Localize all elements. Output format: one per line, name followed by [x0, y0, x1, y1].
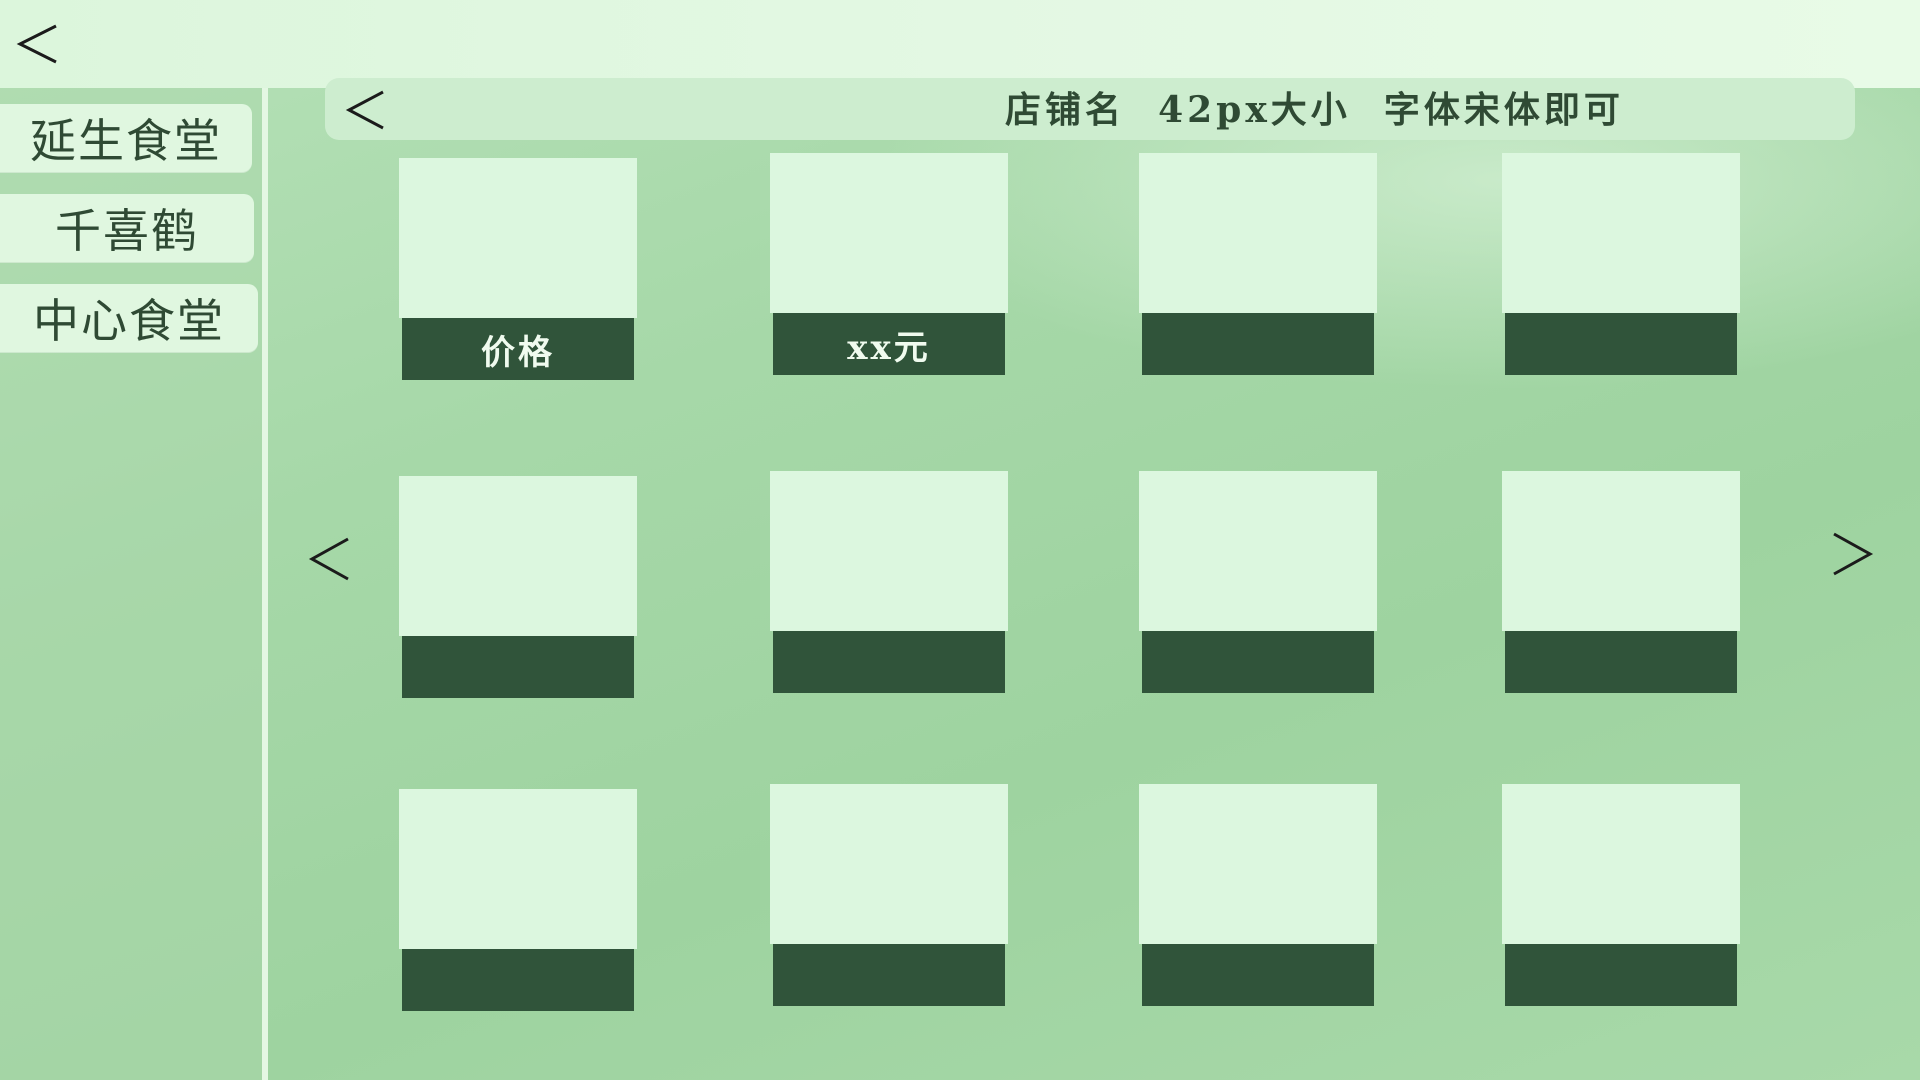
dish-price: [1505, 631, 1737, 693]
store-name: 店铺名 42px大小 字体宋体即可: [1005, 89, 1624, 131]
dish-image: [1139, 153, 1377, 313]
dish-price: [402, 949, 634, 1011]
dish-price: xx元: [773, 313, 1005, 375]
prev-page-button[interactable]: [308, 533, 352, 585]
sidebar-divider: [262, 88, 268, 1080]
dish-image: [399, 158, 637, 318]
store-back-button[interactable]: [345, 88, 387, 132]
dish-card[interactable]: xx元: [770, 153, 1008, 375]
chevron-left-icon: [16, 24, 57, 64]
dish-card[interactable]: [1139, 153, 1377, 375]
back-button[interactable]: [14, 18, 66, 70]
dish-image: [1502, 784, 1740, 944]
dish-card[interactable]: [1139, 471, 1377, 693]
dish-image: [770, 784, 1008, 944]
chevron-left-icon: [308, 537, 349, 581]
chevron-left-icon: [345, 90, 384, 130]
dish-image: [1139, 471, 1377, 631]
dish-card[interactable]: [770, 471, 1008, 693]
dish-card[interactable]: [399, 476, 637, 698]
dish-price: 价格: [402, 318, 634, 380]
sidebar-item-canteen-3[interactable]: 中心食堂: [0, 284, 258, 352]
sidebar-item-label: 延生食堂: [30, 114, 222, 168]
dish-card[interactable]: [1502, 784, 1740, 1006]
dish-price: [773, 631, 1005, 693]
dish-image: [399, 789, 637, 949]
dish-price: [1142, 944, 1374, 1006]
dish-price: [1505, 313, 1737, 375]
dish-price: [1142, 631, 1374, 693]
dish-price: [402, 636, 634, 698]
dish-price: [1142, 313, 1374, 375]
dish-image: [770, 153, 1008, 313]
sidebar-item-canteen-1[interactable]: 延生食堂: [0, 104, 252, 172]
dish-image: [1502, 471, 1740, 631]
dish-card[interactable]: 价格: [399, 158, 637, 380]
dish-card[interactable]: [1502, 471, 1740, 693]
dish-price: [1505, 944, 1737, 1006]
dish-image: [770, 471, 1008, 631]
chevron-right-icon: [1833, 532, 1874, 576]
sidebar-item-canteen-2[interactable]: 千喜鹤: [0, 194, 254, 262]
dish-price: [773, 944, 1005, 1006]
store-header: 店铺名 42px大小 字体宋体即可: [325, 78, 1855, 140]
dish-card[interactable]: [1139, 784, 1377, 1006]
dish-card[interactable]: [399, 789, 637, 1011]
dish-image: [399, 476, 637, 636]
sidebar-item-label: 中心食堂: [33, 294, 225, 348]
top-bar: [0, 0, 1920, 88]
dish-card[interactable]: [770, 784, 1008, 1006]
sidebar-item-label: 千喜鹤: [55, 204, 199, 258]
dish-card[interactable]: [1502, 153, 1740, 375]
next-page-button[interactable]: [1830, 528, 1874, 580]
dish-image: [1139, 784, 1377, 944]
dish-image: [1502, 153, 1740, 313]
